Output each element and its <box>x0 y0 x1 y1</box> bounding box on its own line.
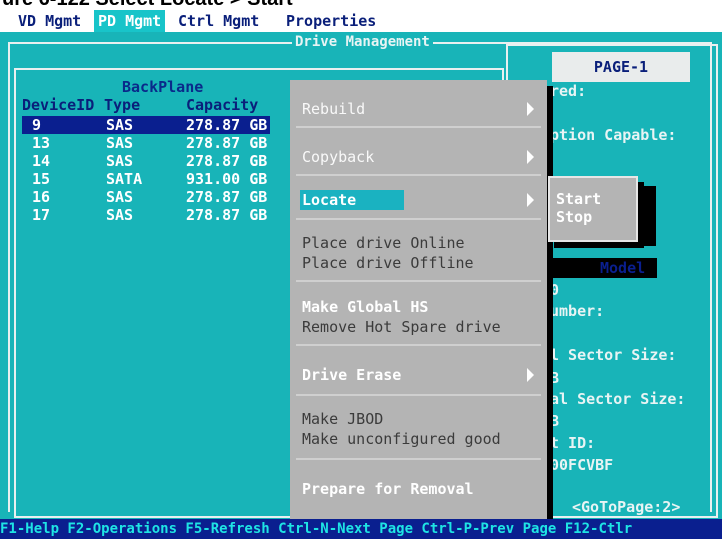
panel-black-block <box>636 186 656 246</box>
row-type: SAS <box>106 188 134 206</box>
panel-line: al Sector Size: <box>550 390 686 408</box>
row-type: SAS <box>106 134 134 152</box>
submenu-item-start[interactable]: Start <box>556 190 601 208</box>
panel-line: Model <box>600 259 646 277</box>
row-type: SATA <box>106 170 143 188</box>
menu-separator <box>296 394 541 396</box>
drive-erase-submenu-arrow-icon <box>527 368 534 382</box>
panel-line: ption Capable: <box>550 126 677 144</box>
menu-separator <box>296 458 541 460</box>
function-key-status-bar: F1-Help F2-Operations F5-Refresh Ctrl-N-… <box>0 519 722 539</box>
row-deviceid: 13 <box>32 134 51 152</box>
row-type: SAS <box>106 206 134 224</box>
menu-item-make-jbod[interactable]: Make JBOD <box>302 410 383 428</box>
panel-line: l Sector Size: <box>550 346 677 364</box>
table-row[interactable]: 13 SAS 278.87 GB <box>22 134 270 152</box>
row-deviceid: 16 <box>32 188 51 206</box>
table-row[interactable]: 15 SATA 931.00 GB <box>22 170 270 188</box>
locate-submenu-arrow-icon <box>527 193 534 207</box>
submenu-item-stop[interactable]: Stop <box>556 208 592 226</box>
panel-line: t ID: <box>550 434 596 452</box>
panel-line: red: <box>550 82 587 100</box>
menu-item-rebuild[interactable]: Rebuild <box>302 100 365 118</box>
menu-separator <box>296 126 541 128</box>
locate-submenu: Start Stop <box>548 176 638 242</box>
tab-pd-mgmt[interactable]: PD Mgmt <box>94 10 166 32</box>
menu-separator <box>296 218 541 220</box>
panel-line: 0 <box>550 281 560 299</box>
tab-ctrl-mgmt[interactable]: Ctrl Mgmt <box>174 10 263 32</box>
row-deviceid: 14 <box>32 152 51 170</box>
panel-line: umber: <box>550 302 605 320</box>
menu-item-prepare-for-removal[interactable]: Prepare for Removal <box>302 480 474 498</box>
panel-line: 00FCVBF <box>550 456 614 474</box>
row-type: SAS <box>106 152 134 170</box>
menu-separator <box>296 344 541 346</box>
table-row[interactable]: 14 SAS 278.87 GB <box>22 152 270 170</box>
row-capacity: 278.87 GB <box>186 152 268 170</box>
menu-item-make-unconfigured-good[interactable]: Make unconfigured good <box>302 430 501 448</box>
tab-vd-mgmt[interactable]: VD Mgmt <box>14 10 85 32</box>
column-header-capacity: Capacity <box>186 96 259 114</box>
figure-caption: ure 6-122 Select Locate > Start <box>0 0 722 10</box>
menu-item-locate[interactable]: Locate <box>302 191 356 209</box>
tab-properties[interactable]: Properties <box>282 10 380 32</box>
backplane-title: BackPlane <box>122 78 204 96</box>
row-deviceid: 9 <box>32 116 42 134</box>
menu-separator <box>296 174 541 176</box>
column-header-deviceid: DeviceID <box>22 96 95 114</box>
panel-line: B <box>550 412 560 430</box>
menu-item-make-global-hs[interactable]: Make Global HS <box>302 298 428 316</box>
row-capacity: 278.87 GB <box>186 188 268 206</box>
table-row[interactable]: 9 SAS 278.87 GB <box>22 116 270 134</box>
column-header-type: Type <box>104 96 141 114</box>
menu-item-copyback[interactable]: Copyback <box>302 148 374 166</box>
drive-management-title: Drive Management <box>292 34 433 50</box>
copyback-submenu-arrow-icon <box>527 150 534 164</box>
menu-item-place-offline[interactable]: Place drive Offline <box>302 254 474 272</box>
row-deviceid: 17 <box>32 206 51 224</box>
page-indicator: PAGE-1 <box>552 52 690 82</box>
goto-page-hint[interactable]: <GoToPage:2> <box>572 498 680 516</box>
panel-line: B <box>550 369 560 387</box>
menu-item-place-online[interactable]: Place drive Online <box>302 234 465 252</box>
row-capacity: 931.00 GB <box>186 170 268 188</box>
operations-context-menu: Rebuild Copyback Locate Place drive Onli… <box>290 80 547 523</box>
table-row[interactable]: 17 SAS 278.87 GB <box>22 206 270 224</box>
menu-bar: VD Mgmt PD Mgmt Ctrl Mgmt Properties <box>0 10 722 32</box>
table-row[interactable]: 16 SAS 278.87 GB <box>22 188 270 206</box>
menu-item-remove-hot-spare[interactable]: Remove Hot Spare drive <box>302 318 501 336</box>
row-capacity: 278.87 GB <box>186 206 268 224</box>
row-deviceid: 15 <box>32 170 51 188</box>
row-capacity: 278.87 GB <box>186 116 268 134</box>
row-capacity: 278.87 GB <box>186 134 268 152</box>
menu-item-drive-erase[interactable]: Drive Erase <box>302 366 401 384</box>
row-type: SAS <box>106 116 134 134</box>
menu-separator <box>296 280 541 282</box>
rebuild-submenu-arrow-icon <box>527 102 534 116</box>
